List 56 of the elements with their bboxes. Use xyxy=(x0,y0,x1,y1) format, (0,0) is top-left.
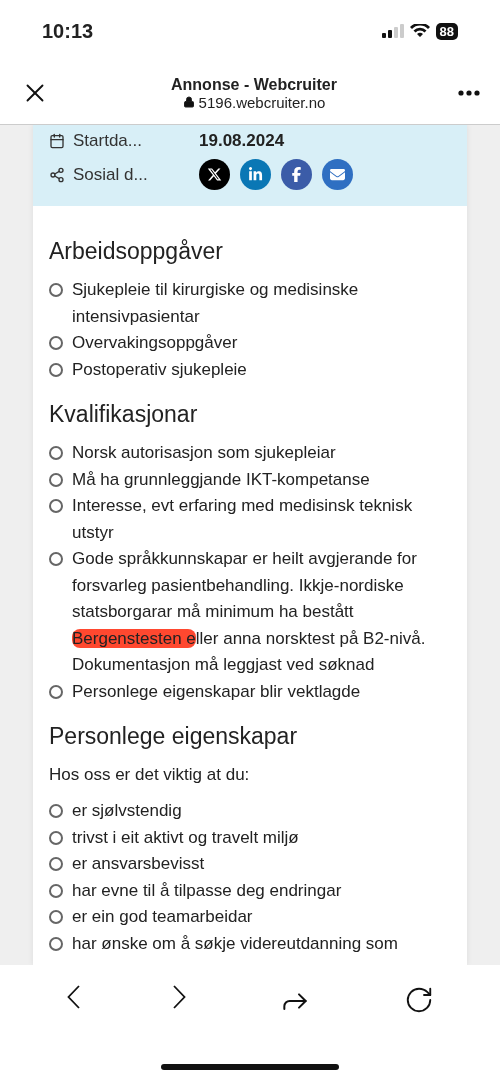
list-item-text: er ein god teamarbeidar xyxy=(72,906,253,928)
list-item-text: trivst i eit aktivt og travelt miljø xyxy=(72,826,299,849)
list-item-text: er sjølvstendig xyxy=(72,800,182,822)
signal-icon xyxy=(381,24,404,38)
bullet-icon xyxy=(49,910,63,924)
list-item-text: har ønske om å søkje videreutdanning som xyxy=(72,932,398,955)
bullet-icon xyxy=(49,362,63,377)
status-time: 10:13 xyxy=(42,19,94,43)
bullet-icon xyxy=(49,499,63,513)
info-value: 19.08.2024 xyxy=(199,131,286,151)
bullet-icon xyxy=(49,446,63,460)
share-icon xyxy=(49,166,65,183)
facebook-icon xyxy=(289,167,304,182)
facebook-button[interactable] xyxy=(281,159,312,190)
list-item-text: Må ha grunnleggjande IKT-kompetanse xyxy=(72,468,370,491)
bullet-icon xyxy=(49,684,63,699)
list-item-text: Personlege eigenskapar blir vektlagde xyxy=(72,680,361,703)
x-logo-icon xyxy=(207,167,222,182)
section-heading: Arbeidsoppgåver xyxy=(49,238,224,265)
intro-text: Hos oss er det viktig at du: xyxy=(49,764,251,786)
bullet-icon xyxy=(49,883,63,898)
bullet-icon xyxy=(49,857,63,871)
lock-icon xyxy=(182,96,195,108)
url-text: 5196.webcruiter.no xyxy=(182,93,326,111)
bullet-icon xyxy=(49,283,63,297)
calendar-icon xyxy=(49,133,65,149)
page-title: Annonse - Webcruiter xyxy=(171,75,337,94)
bullet-icon xyxy=(49,336,63,350)
section-heading: Kvalifikasjonar xyxy=(49,401,199,428)
email-icon xyxy=(330,167,345,182)
info-label: Sosial d... xyxy=(49,164,199,185)
list-item-text: har evne til å tilpasse deg endringar xyxy=(72,879,342,902)
list-item-text: er ansvarsbevisst xyxy=(72,853,205,875)
more-button[interactable] xyxy=(458,90,480,96)
x-logo-button[interactable] xyxy=(199,159,230,190)
wifi-icon xyxy=(409,24,430,38)
list-item-text: Gode språkkunnskapar er heilt avgjerande for forsvarleg pasientbehandling. Ikkje-nordiske statsborgarar må minimum ha bestått Bergenstesten eller anna norsktest på B2-nivå. Dokumentasjon må leggjast ved søknad xyxy=(72,548,427,676)
list-item-text: Sjukepleie til kirurgiske og medisinske intensivpasientar xyxy=(72,279,360,328)
chevron-right-icon xyxy=(172,985,186,1009)
section-heading: Personlege eigenskapar xyxy=(49,723,299,750)
battery-level: 88 xyxy=(435,22,458,40)
bullet-icon xyxy=(49,936,63,951)
info-label: Startda... xyxy=(49,131,199,151)
chevron-left-icon xyxy=(66,985,80,1009)
list-item-text: Norsk autorisasjon som sjukepleiar xyxy=(72,442,336,464)
bullet-icon xyxy=(49,552,63,566)
linkedin-button[interactable] xyxy=(240,159,271,190)
more-icon xyxy=(458,90,480,96)
linkedin-icon xyxy=(248,167,263,182)
email-button[interactable] xyxy=(322,159,353,190)
list-item-text: Overvakingsoppgåver xyxy=(72,332,238,354)
bullet-icon xyxy=(49,830,63,845)
list-item-text: Postoperativ sjukepleie xyxy=(72,358,247,381)
bullet-icon xyxy=(49,472,63,487)
list-item-text: Interesse, evt erfaring med medisinsk teknisk utstyr xyxy=(72,495,414,544)
bullet-icon xyxy=(49,804,63,818)
